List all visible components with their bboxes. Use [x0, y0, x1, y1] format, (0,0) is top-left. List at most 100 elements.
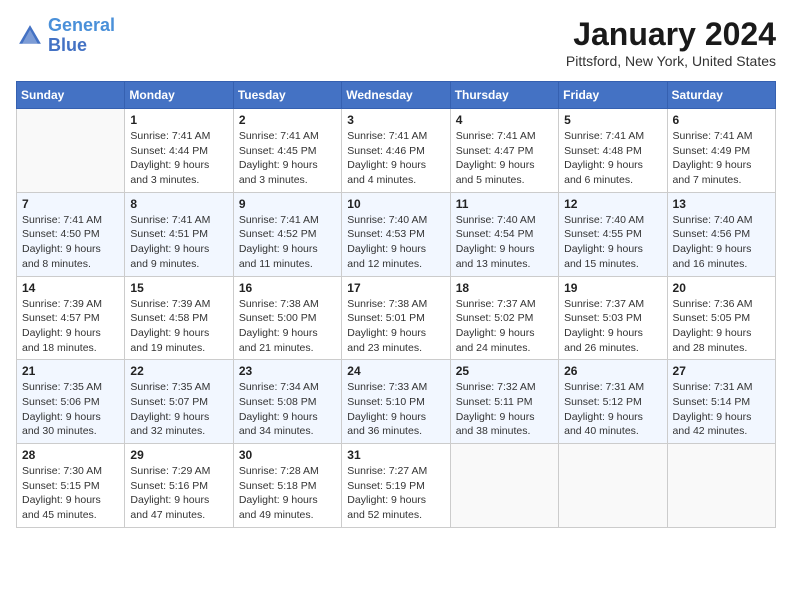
calendar-cell: 21 Sunrise: 7:35 AMSunset: 5:06 PMDayligh…: [17, 360, 125, 444]
calendar-table: SundayMondayTuesdayWednesdayThursdayFrid…: [16, 81, 776, 528]
day-info: Sunrise: 7:30 AMSunset: 5:15 PMDaylight:…: [22, 464, 119, 523]
day-info: Sunrise: 7:34 AMSunset: 5:08 PMDaylight:…: [239, 380, 336, 439]
day-info: Sunrise: 7:31 AMSunset: 5:14 PMDaylight:…: [673, 380, 770, 439]
calendar-cell: 24Sunrise: 7:33 AMSunset: 5:10 PMDayligh…: [342, 360, 450, 444]
day-number: 9: [239, 197, 336, 211]
calendar-cell: 7 Sunrise: 7:41 AMSunset: 4:50 PMDaylight…: [17, 192, 125, 276]
weekday-header-monday: Monday: [125, 82, 233, 109]
day-number: 24: [347, 364, 444, 378]
day-number: 28: [22, 448, 119, 462]
calendar-cell: 5Sunrise: 7:41 AMSunset: 4:48 PMDaylight…: [559, 109, 667, 193]
day-number: 11: [456, 197, 553, 211]
calendar-cell: 29 Sunrise: 7:29 AMSunset: 5:16 PMDayligh…: [125, 444, 233, 528]
calendar-cell: 26 Sunrise: 7:31 AMSunset: 5:12 PMDayligh…: [559, 360, 667, 444]
calendar-cell: 15Sunrise: 7:39 AMSunset: 4:58 PMDayligh…: [125, 276, 233, 360]
day-info: Sunrise: 7:36 AMSunset: 5:05 PMDaylight:…: [673, 297, 770, 356]
day-number: 27: [673, 364, 770, 378]
location: Pittsford, New York, United States: [566, 53, 776, 69]
day-info: Sunrise: 7:29 AMSunset: 5:16 PMDaylight:…: [130, 464, 227, 523]
calendar-cell: 4 Sunrise: 7:41 AMSunset: 4:47 PMDaylight…: [450, 109, 558, 193]
day-number: 15: [130, 281, 227, 295]
day-info: Sunrise: 7:41 AMSunset: 4:47 PMDaylight:…: [456, 129, 553, 188]
day-info: Sunrise: 7:41 AMSunset: 4:44 PMDaylight:…: [130, 129, 227, 188]
day-number: 23: [239, 364, 336, 378]
day-number: 7: [22, 197, 119, 211]
day-number: 2: [239, 113, 336, 127]
day-info: Sunrise: 7:31 AMSunset: 5:12 PMDaylight:…: [564, 380, 661, 439]
day-info: Sunrise: 7:35 AMSunset: 5:06 PMDaylight:…: [22, 380, 119, 439]
calendar-cell: [450, 444, 558, 528]
day-info: Sunrise: 7:35 AMSunset: 5:07 PMDaylight:…: [130, 380, 227, 439]
weekday-header-saturday: Saturday: [667, 82, 775, 109]
day-number: 14: [22, 281, 119, 295]
day-info: Sunrise: 7:27 AMSunset: 5:19 PMDaylight:…: [347, 464, 444, 523]
day-number: 6: [673, 113, 770, 127]
month-title: January 2024: [566, 16, 776, 53]
week-row-4: 21 Sunrise: 7:35 AMSunset: 5:06 PMDayligh…: [17, 360, 776, 444]
logo-line2: Blue: [48, 35, 87, 55]
logo-line1: General: [48, 15, 115, 35]
day-info: Sunrise: 7:39 AMSunset: 4:57 PMDaylight:…: [22, 297, 119, 356]
day-info: Sunrise: 7:41 AMSunset: 4:51 PMDaylight:…: [130, 213, 227, 272]
day-info: Sunrise: 7:32 AMSunset: 5:11 PMDaylight:…: [456, 380, 553, 439]
calendar-cell: 13 Sunrise: 7:40 AMSunset: 4:56 PMDayligh…: [667, 192, 775, 276]
weekday-header-sunday: Sunday: [17, 82, 125, 109]
calendar-cell: 28 Sunrise: 7:30 AMSunset: 5:15 PMDayligh…: [17, 444, 125, 528]
day-number: 29: [130, 448, 227, 462]
calendar-cell: 2 Sunrise: 7:41 AMSunset: 4:45 PMDaylight…: [233, 109, 341, 193]
day-number: 26: [564, 364, 661, 378]
day-info: Sunrise: 7:38 AMSunset: 5:00 PMDaylight:…: [239, 297, 336, 356]
calendar-cell: 14 Sunrise: 7:39 AMSunset: 4:57 PMDayligh…: [17, 276, 125, 360]
calendar-cell: 12Sunrise: 7:40 AMSunset: 4:55 PMDayligh…: [559, 192, 667, 276]
day-number: 31: [347, 448, 444, 462]
day-number: 3: [347, 113, 444, 127]
day-info: Sunrise: 7:40 AMSunset: 4:55 PMDaylight:…: [564, 213, 661, 272]
day-number: 22: [130, 364, 227, 378]
calendar-cell: 23 Sunrise: 7:34 AMSunset: 5:08 PMDayligh…: [233, 360, 341, 444]
calendar-cell: 17Sunrise: 7:38 AMSunset: 5:01 PMDayligh…: [342, 276, 450, 360]
calendar-cell: 19 Sunrise: 7:37 AMSunset: 5:03 PMDayligh…: [559, 276, 667, 360]
week-row-1: 1 Sunrise: 7:41 AMSunset: 4:44 PMDaylight…: [17, 109, 776, 193]
day-number: 16: [239, 281, 336, 295]
calendar-cell: [17, 109, 125, 193]
day-info: Sunrise: 7:41 AMSunset: 4:45 PMDaylight:…: [239, 129, 336, 188]
day-number: 13: [673, 197, 770, 211]
day-number: 21: [22, 364, 119, 378]
calendar-cell: 30Sunrise: 7:28 AMSunset: 5:18 PMDayligh…: [233, 444, 341, 528]
day-number: 19: [564, 281, 661, 295]
day-info: Sunrise: 7:38 AMSunset: 5:01 PMDaylight:…: [347, 297, 444, 356]
logo-text: General Blue: [48, 16, 115, 56]
calendar-cell: 3 Sunrise: 7:41 AMSunset: 4:46 PMDaylight…: [342, 109, 450, 193]
day-number: 20: [673, 281, 770, 295]
calendar-cell: [667, 444, 775, 528]
title-block: January 2024 Pittsford, New York, United…: [566, 16, 776, 69]
calendar-cell: 31 Sunrise: 7:27 AMSunset: 5:19 PMDayligh…: [342, 444, 450, 528]
day-number: 8: [130, 197, 227, 211]
logo: General Blue: [16, 16, 115, 56]
day-info: Sunrise: 7:40 AMSunset: 4:53 PMDaylight:…: [347, 213, 444, 272]
day-info: Sunrise: 7:37 AMSunset: 5:02 PMDaylight:…: [456, 297, 553, 356]
day-info: Sunrise: 7:40 AMSunset: 4:56 PMDaylight:…: [673, 213, 770, 272]
weekday-header-tuesday: Tuesday: [233, 82, 341, 109]
calendar-cell: 18 Sunrise: 7:37 AMSunset: 5:02 PMDayligh…: [450, 276, 558, 360]
calendar-cell: [559, 444, 667, 528]
week-row-2: 7 Sunrise: 7:41 AMSunset: 4:50 PMDaylight…: [17, 192, 776, 276]
calendar-cell: 25 Sunrise: 7:32 AMSunset: 5:11 PMDayligh…: [450, 360, 558, 444]
day-info: Sunrise: 7:37 AMSunset: 5:03 PMDaylight:…: [564, 297, 661, 356]
day-number: 25: [456, 364, 553, 378]
day-number: 18: [456, 281, 553, 295]
day-info: Sunrise: 7:41 AMSunset: 4:46 PMDaylight:…: [347, 129, 444, 188]
weekday-header-wednesday: Wednesday: [342, 82, 450, 109]
day-number: 5: [564, 113, 661, 127]
page-header: General Blue January 2024 Pittsford, New…: [16, 16, 776, 69]
calendar-cell: 11 Sunrise: 7:40 AMSunset: 4:54 PMDayligh…: [450, 192, 558, 276]
day-number: 4: [456, 113, 553, 127]
day-info: Sunrise: 7:41 AMSunset: 4:50 PMDaylight:…: [22, 213, 119, 272]
calendar-cell: 27 Sunrise: 7:31 AMSunset: 5:14 PMDayligh…: [667, 360, 775, 444]
calendar-cell: 20 Sunrise: 7:36 AMSunset: 5:05 PMDayligh…: [667, 276, 775, 360]
calendar-cell: 22 Sunrise: 7:35 AMSunset: 5:07 PMDayligh…: [125, 360, 233, 444]
week-row-3: 14 Sunrise: 7:39 AMSunset: 4:57 PMDayligh…: [17, 276, 776, 360]
day-number: 1: [130, 113, 227, 127]
weekday-header-row: SundayMondayTuesdayWednesdayThursdayFrid…: [17, 82, 776, 109]
day-info: Sunrise: 7:40 AMSunset: 4:54 PMDaylight:…: [456, 213, 553, 272]
